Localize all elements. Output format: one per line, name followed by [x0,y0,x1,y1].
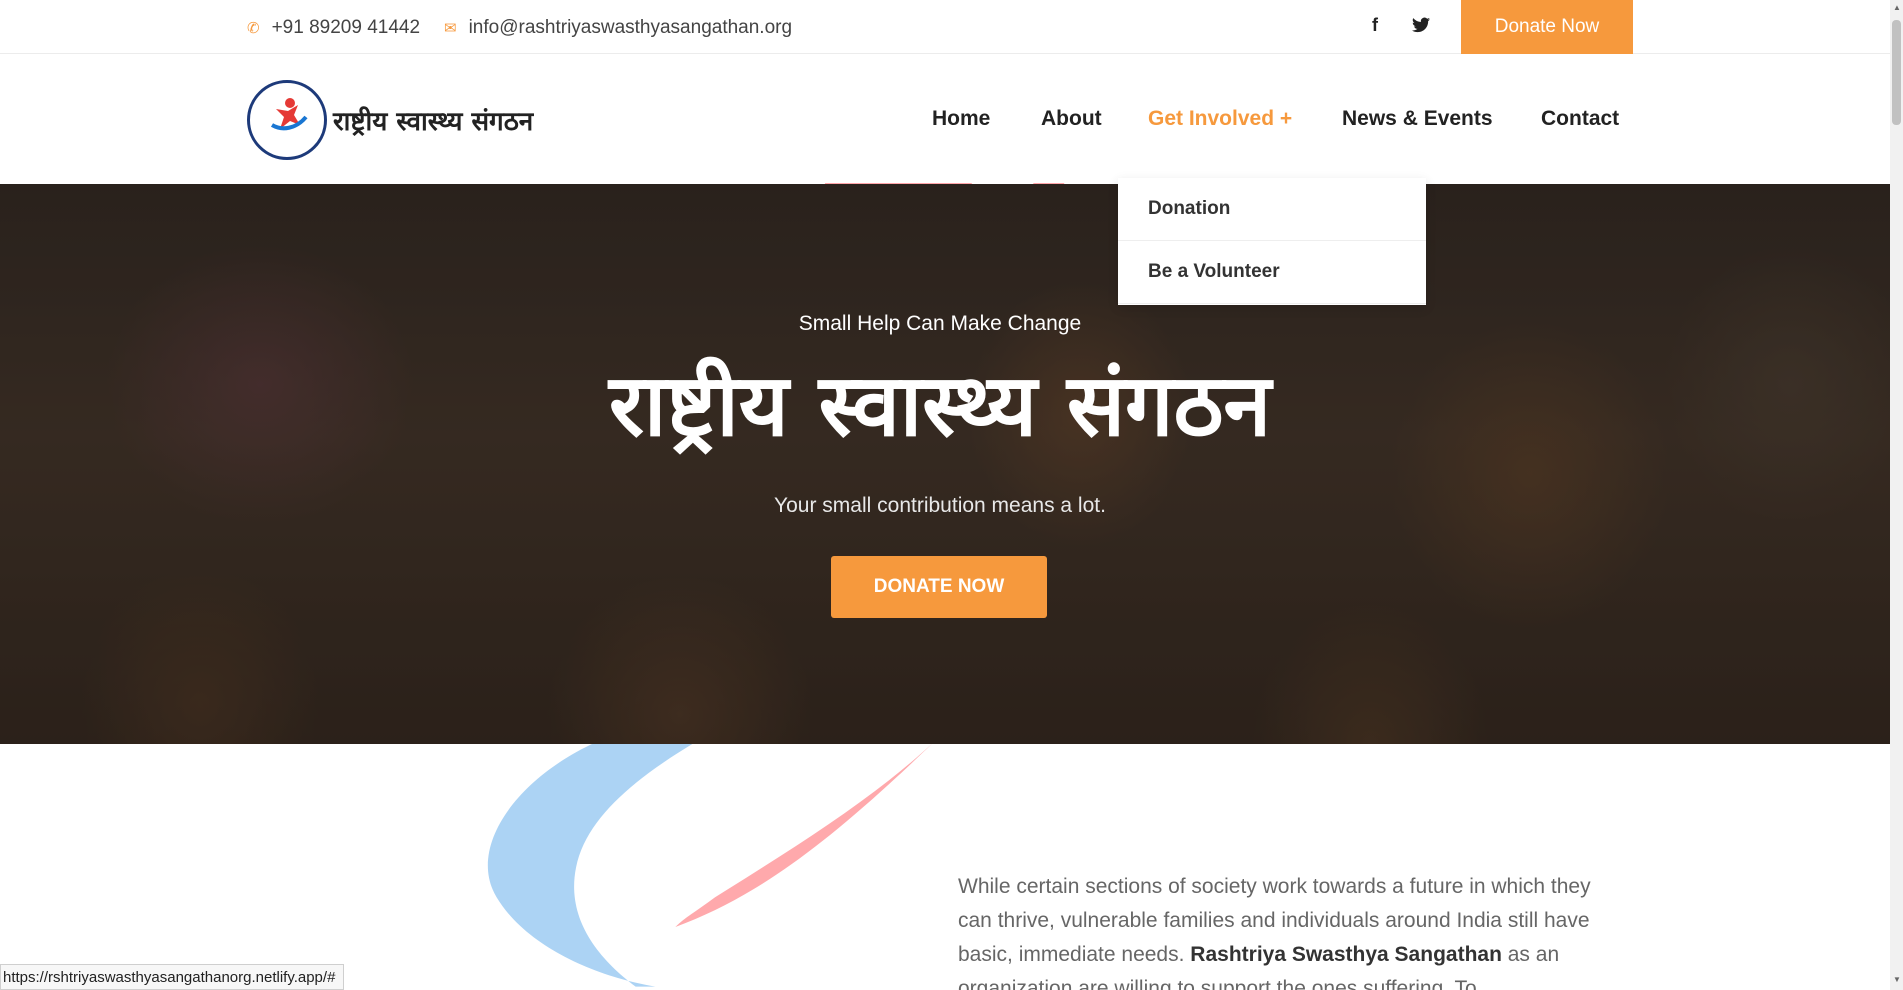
dropdown-item-volunteer[interactable]: Be a Volunteer [1118,241,1426,304]
facebook-icon[interactable]: f [1372,15,1378,36]
phone-number: +91 89209 41442 [271,17,421,38]
email-address: info@rashtriyaswasthyasangathan.org [468,17,793,38]
nav-get-involved[interactable]: Get Involved + [1148,107,1292,131]
donate-now-button[interactable]: Donate Now [1461,0,1633,54]
nav-about[interactable]: About [1041,107,1102,131]
get-involved-dropdown: Donation Be a Volunteer [1118,178,1426,305]
mail-icon: ✉ [444,20,457,37]
hero-tagline: Your small contribution means a lot. [774,494,1106,517]
about-org-name: Rashtriya Swasthya Sangathan [1190,943,1502,966]
nav-contact[interactable]: Contact [1541,107,1619,131]
hero-overlay [0,184,1890,744]
page-scrollbar[interactable]: ▲ ▼ [1890,0,1903,990]
scrollbar-thumb[interactable] [1892,20,1901,125]
hero-donate-button[interactable]: DONATE NOW [831,556,1047,618]
twitter-icon[interactable] [1412,17,1430,38]
nav-news-events[interactable]: News & Events [1342,107,1493,131]
nav-home[interactable]: Home [932,107,990,131]
hero-banner: Small Help Can Make Change राष्ट्रीय स्व… [0,184,1890,744]
scroll-up-icon[interactable]: ▲ [1893,3,1901,12]
main-header: राष्ट्रीय स्वास्थ्य संगठन Home About Get… [0,55,1890,183]
logo[interactable] [247,80,327,160]
top-bar: ✆ +91 89209 41442 ✉ info@rashtriyaswasth… [0,0,1890,54]
logo-text[interactable]: राष्ट्रीय स्वास्थ्य संगठन [333,102,533,138]
logo-figure-icon [270,98,308,131]
dropdown-item-donation[interactable]: Donation [1118,178,1426,241]
about-paragraph: While certain sections of society work t… [958,870,1630,990]
status-url: https://rshtriyaswasthyasangathanorg.net… [0,964,345,990]
hero-title: राष्ट्रीय स्वास्थ्य संगठन [608,356,1272,456]
scroll-down-icon[interactable]: ▼ [1893,975,1901,984]
email-contact[interactable]: ✉ info@rashtriyaswasthyasangathan.org [444,17,792,39]
phone-icon: ✆ [247,20,260,37]
hero-subtitle: Small Help Can Make Change [798,312,1082,335]
phone-contact[interactable]: ✆ +91 89209 41442 [247,17,420,39]
